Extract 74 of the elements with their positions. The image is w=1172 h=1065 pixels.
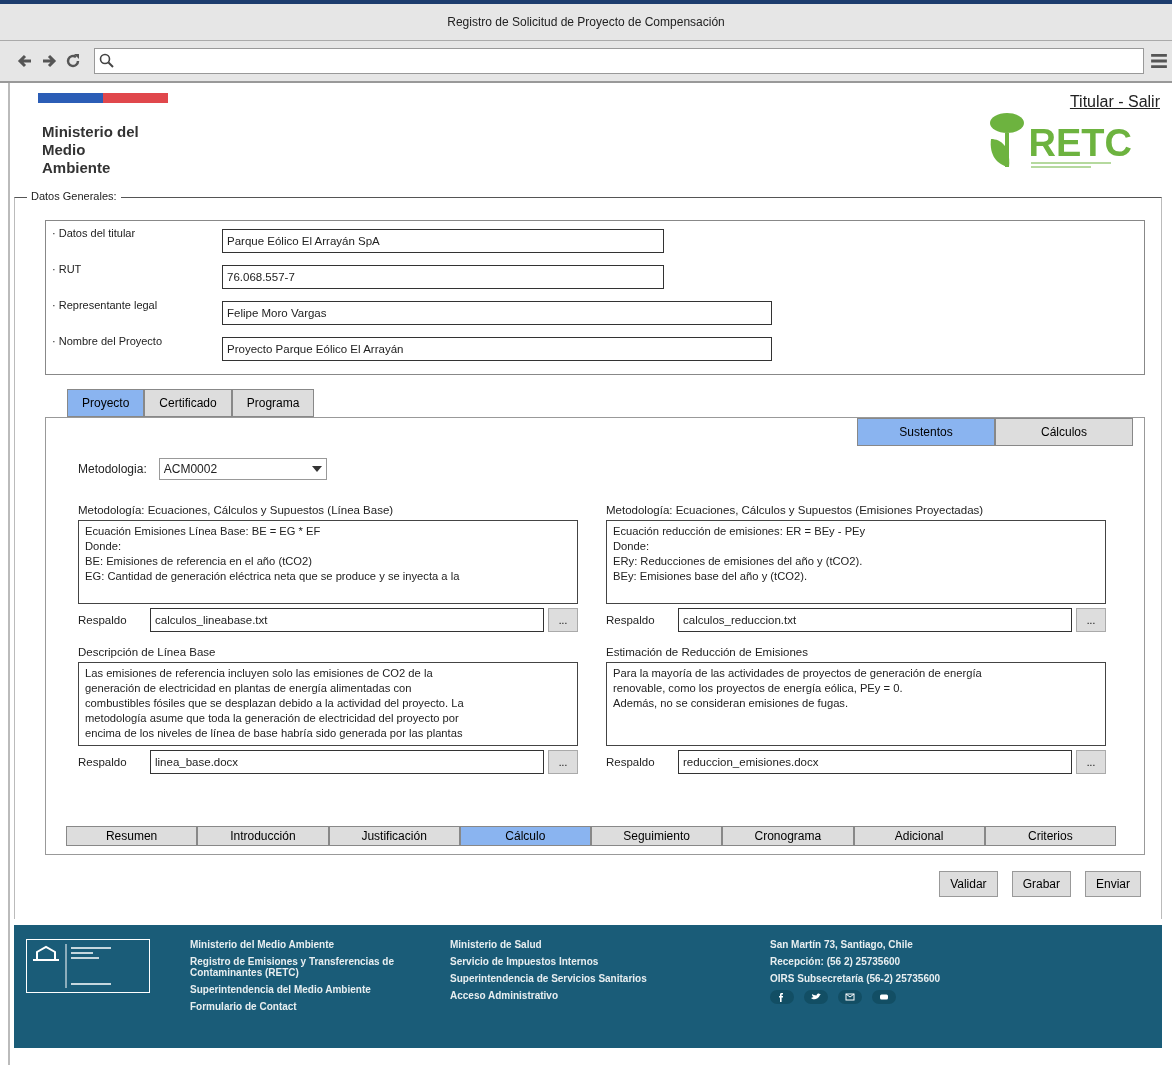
field-label: · Nombre del Proyecto bbox=[52, 335, 164, 347]
tab[interactable]: Cálculo bbox=[459, 826, 591, 846]
section-title: Descripción de Línea Base bbox=[78, 646, 217, 658]
file-field[interactable]: linea_base.docx bbox=[150, 750, 544, 774]
field-label: · RUT bbox=[52, 263, 83, 275]
logo-text: RETC bbox=[1028, 125, 1132, 161]
caret-icon bbox=[311, 466, 322, 472]
backup-label: Respaldo bbox=[606, 614, 656, 626]
tab[interactable]: Resumen bbox=[66, 826, 198, 846]
contact-text: San Martín 73, Santiago, Chile bbox=[770, 939, 914, 950]
tab[interactable]: Adicional bbox=[853, 826, 985, 846]
backup-label: Respaldo bbox=[78, 614, 128, 626]
tab[interactable]: Proyecto bbox=[67, 389, 145, 417]
methodology-label: Metodologia: bbox=[78, 462, 147, 476]
action-button[interactable]: Validar bbox=[939, 871, 998, 897]
footer-link[interactable]: Formulario de Contact bbox=[190, 1001, 410, 1012]
browse-button[interactable]: ... bbox=[548, 608, 578, 632]
browse-button[interactable]: ... bbox=[1076, 750, 1106, 774]
tab[interactable]: Justificación bbox=[328, 826, 460, 846]
address-field[interactable] bbox=[94, 48, 1144, 74]
footer-link[interactable]: Registro de Emisiones y Transferencias de Contaminantes (RETC) bbox=[190, 956, 410, 978]
group-legend: Datos Generales: bbox=[27, 190, 121, 202]
reload-icon[interactable] bbox=[64, 53, 82, 69]
action-button[interactable]: Enviar bbox=[1085, 871, 1141, 897]
tab[interactable]: Sustentos bbox=[857, 418, 995, 446]
action-button[interactable]: Grabar bbox=[1011, 871, 1071, 897]
tab[interactable]: Programa bbox=[231, 389, 315, 417]
text-area[interactable]: Para la mayoría de las actividades de proyectos de generación de energía renovable, como los proyectos de energía eólica, PEy = 0. Además, no se consideran emisiones de fugas. bbox=[606, 662, 1106, 746]
browse-button[interactable]: ... bbox=[548, 750, 578, 774]
footer-link[interactable]: Ministerio de Salud bbox=[450, 939, 670, 950]
footer-link[interactable]: Servicio de Impuestos Internos bbox=[450, 956, 670, 967]
file-field[interactable]: reduccion_emisiones.docx bbox=[678, 750, 1072, 774]
back-icon[interactable] bbox=[16, 53, 34, 69]
window-title: Registro de Solicitud de Proyecto de Compensación bbox=[447, 15, 725, 29]
tab[interactable]: Certificado bbox=[144, 389, 232, 417]
text-field[interactable]: Proyecto Parque Eólico El Arrayán bbox=[222, 337, 772, 361]
facebook-icon[interactable] bbox=[770, 990, 794, 1004]
browse-button[interactable]: ... bbox=[1076, 608, 1106, 632]
text-area[interactable]: Ecuación Emisiones Línea Base: BE = EG * EF Donde: BE: Emisiones de referencia en el año (tCO2) EG: Cantidad de generación eléctrica neta que se produce y se inyecta a la bbox=[78, 520, 578, 604]
user-logout-link[interactable]: Titular - Salir bbox=[1069, 93, 1160, 111]
tab[interactable]: Introducción bbox=[197, 826, 329, 846]
tab[interactable]: Criterios bbox=[984, 826, 1116, 846]
mail-icon[interactable] bbox=[838, 990, 862, 1004]
ministry-name: Ministerio del Medio Ambiente bbox=[42, 123, 140, 177]
text-field[interactable]: Parque Eólico El Arrayán SpA bbox=[222, 229, 664, 253]
methodology-dropdown[interactable]: ACM0002 bbox=[158, 458, 327, 480]
forward-icon[interactable] bbox=[40, 53, 58, 69]
text-field[interactable]: Felipe Moro Vargas bbox=[222, 301, 772, 325]
footer-link[interactable]: Superintendencia de Servicios Sanitarios bbox=[450, 973, 670, 984]
tab[interactable]: Seguimiento bbox=[591, 826, 723, 846]
section-title: Estimación de Reducción de Emisiones bbox=[606, 646, 809, 658]
text-area[interactable]: Ecuación reducción de emisiones: ER = BEy - PEy Donde: ERy: Reducciones de emisiones del año y (tCO2). BEy: Emisiones base del año y (tCO2). bbox=[606, 520, 1106, 604]
search-icon bbox=[99, 53, 115, 69]
file-field[interactable]: calculos_lineabase.txt bbox=[150, 608, 544, 632]
tab[interactable]: Cronograma bbox=[722, 826, 854, 846]
field-label: · Datos del titular bbox=[52, 227, 137, 239]
tab[interactable]: Cálculos bbox=[995, 418, 1133, 446]
menu-icon[interactable] bbox=[1150, 52, 1168, 70]
section-title: Metodología: Ecuaciones, Cálculos y Supuestos (Línea Base) bbox=[78, 504, 395, 516]
footer-link[interactable]: Acceso Administrativo bbox=[450, 990, 670, 1001]
bird-icon[interactable] bbox=[804, 990, 828, 1004]
contact-text: OIRS Subsecretaría (56-2) 25735600 bbox=[770, 973, 942, 984]
footer-link[interactable]: Superintendencia del Medio Ambiente bbox=[190, 984, 410, 995]
file-field[interactable]: calculos_reduccion.txt bbox=[678, 608, 1072, 632]
video-icon[interactable] bbox=[872, 990, 896, 1004]
section-title: Metodología: Ecuaciones, Cálculos y Supuestos (Emisiones Proyectadas) bbox=[606, 504, 985, 516]
backup-label: Respaldo bbox=[78, 756, 128, 768]
backup-label: Respaldo bbox=[606, 756, 656, 768]
contact-text: Recepción: (56 2) 25735600 bbox=[770, 956, 902, 967]
emblem-icon bbox=[31, 944, 61, 964]
text-area[interactable]: Las emisiones de referencia incluyen solo las emisiones de CO2 de la generación de electricidad en plantas de energía alimentadas con combustibles fósiles que se desplazan debido a la actividad del proyecto. La metodología asume que toda la generación de electricidad del proyecto por encima de los niveles de línea de base habría sido generada por las plantas bbox=[78, 662, 578, 746]
footer-link[interactable]: Ministerio del Medio Ambiente bbox=[190, 939, 410, 950]
text-field[interactable]: 76.068.557-7 bbox=[222, 265, 664, 289]
field-label: · Representante legal bbox=[52, 299, 159, 311]
